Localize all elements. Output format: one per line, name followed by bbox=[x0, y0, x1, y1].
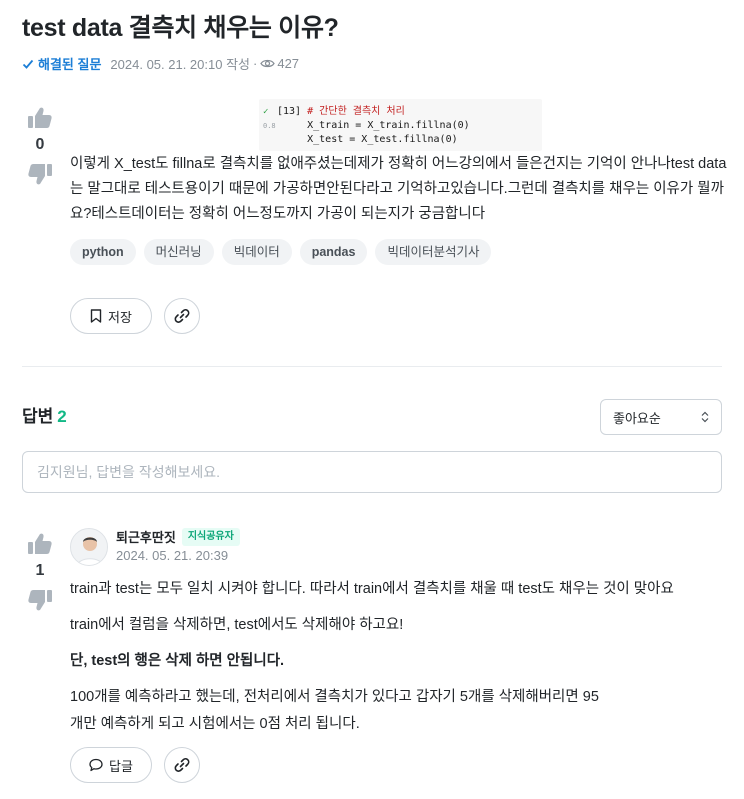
save-button[interactable]: 저장 bbox=[70, 298, 152, 334]
resolved-label: 해결된 질문 bbox=[38, 57, 102, 72]
comment-icon bbox=[89, 758, 103, 772]
answer-body: train과 test는 모두 일치 시켜야 합니다. 따라서 train에서 … bbox=[70, 576, 730, 747]
save-label: 저장 bbox=[108, 309, 132, 325]
share-link-button[interactable] bbox=[164, 298, 200, 334]
reply-button[interactable]: 답글 bbox=[70, 747, 152, 783]
tag-big-data-analyst[interactable]: 빅데이터분석기사 bbox=[375, 239, 492, 265]
sort-select[interactable]: 좋아요순 bbox=[600, 399, 722, 435]
answer-paragraph: train에서 컬럼을 삭제하면, test에서도 삭제해야 하고요! bbox=[70, 617, 404, 633]
thumbs-down-icon[interactable] bbox=[27, 588, 53, 612]
answers-heading: 답변 2 bbox=[22, 402, 67, 427]
knowledge-sharer-badge: 지식공유자 bbox=[181, 527, 240, 546]
cell-run-check-icon: ✓ bbox=[263, 107, 269, 117]
question-datetime: 2024. 05. 21. 20:10 작성 bbox=[110, 57, 250, 72]
question-vote: 0 bbox=[22, 106, 58, 186]
tag-machine-learning[interactable]: 머신러닝 bbox=[143, 239, 214, 265]
thumbs-up-icon[interactable] bbox=[27, 532, 53, 556]
sort-selected-value: 좋아요순 bbox=[613, 410, 661, 426]
bookmark-icon bbox=[90, 309, 102, 323]
answer-vote: 1 bbox=[22, 532, 58, 612]
code-line-train: X_train = X_train.fillna(0) bbox=[307, 120, 470, 131]
tag-pandas[interactable]: pandas bbox=[299, 239, 368, 265]
question-body: 이렇게 X_test도 fillna로 결측치를 없애주셨는데제가 정확히 어느… bbox=[70, 156, 727, 222]
eye-icon bbox=[260, 59, 276, 68]
code-gutter-label: 0.8 bbox=[263, 122, 276, 130]
link-icon bbox=[174, 309, 190, 323]
question-title: test data 결측치 채우는 이유? bbox=[22, 14, 339, 42]
avatar[interactable] bbox=[70, 528, 108, 566]
answer-paragraph: train과 test는 모두 일치 시켜야 합니다. 따라서 train에서 … bbox=[70, 581, 674, 597]
code-comment: # 간단한 결측치 처리 bbox=[307, 106, 405, 117]
reply-label: 답글 bbox=[109, 758, 133, 774]
answer-vote-count: 1 bbox=[35, 562, 45, 579]
answer-paragraph-bold: 단, test의 행은 삭제 하면 안됩니다. bbox=[70, 653, 285, 669]
answer-input-placeholder: 김지원님, 답변을 작성해보세요. bbox=[37, 464, 220, 480]
answer-paragraph: 100개를 예측하라고 했는데, 전처리에서 결측치가 있다고 갑자기 5개를 … bbox=[70, 689, 599, 732]
answer-share-link-button[interactable] bbox=[164, 747, 200, 783]
answer-datetime: 2024. 05. 21. 20:39 bbox=[116, 548, 229, 563]
code-screenshot: ✓ [13] # 간단한 결측치 처리 0.8 X_train = X_trai… bbox=[259, 99, 542, 151]
tag-python[interactable]: python bbox=[70, 239, 136, 265]
chevron-up-down-icon bbox=[701, 411, 709, 423]
view-count-value: 427 bbox=[277, 56, 300, 71]
answer-input[interactable]: 김지원님, 답변을 작성해보세요. bbox=[22, 451, 722, 493]
tag-list: python 머신러닝 빅데이터 pandas 빅데이터분석기사 bbox=[70, 239, 492, 265]
section-divider bbox=[22, 366, 722, 367]
question-meta: 해결된 질문 2024. 05. 21. 20:10 작성 · 427 bbox=[22, 54, 299, 73]
answers-label: 답변 bbox=[22, 407, 54, 426]
thumbs-down-icon[interactable] bbox=[27, 162, 53, 186]
check-icon bbox=[22, 59, 34, 69]
tag-big-data[interactable]: 빅데이터 bbox=[221, 239, 292, 265]
answers-count: 2 bbox=[57, 407, 67, 426]
question-vote-count: 0 bbox=[35, 136, 45, 153]
link-icon bbox=[174, 758, 190, 772]
view-count: 427 bbox=[260, 56, 299, 71]
user-avatar-icon bbox=[71, 529, 107, 565]
answer-actions: 답글 bbox=[70, 747, 200, 783]
question-actions: 저장 bbox=[70, 298, 200, 334]
code-line-test: X_test = X_test.fillna(0) bbox=[307, 134, 458, 145]
author-name[interactable]: 퇴근후딴짓 bbox=[116, 527, 176, 546]
thumbs-up-icon[interactable] bbox=[27, 106, 53, 130]
meta-separator: · bbox=[253, 56, 258, 71]
code-cell-label: [13] bbox=[277, 106, 302, 117]
resolved-status: 해결된 질문 bbox=[22, 54, 101, 73]
answer-author: 퇴근후딴짓 지식공유자 bbox=[116, 527, 240, 546]
